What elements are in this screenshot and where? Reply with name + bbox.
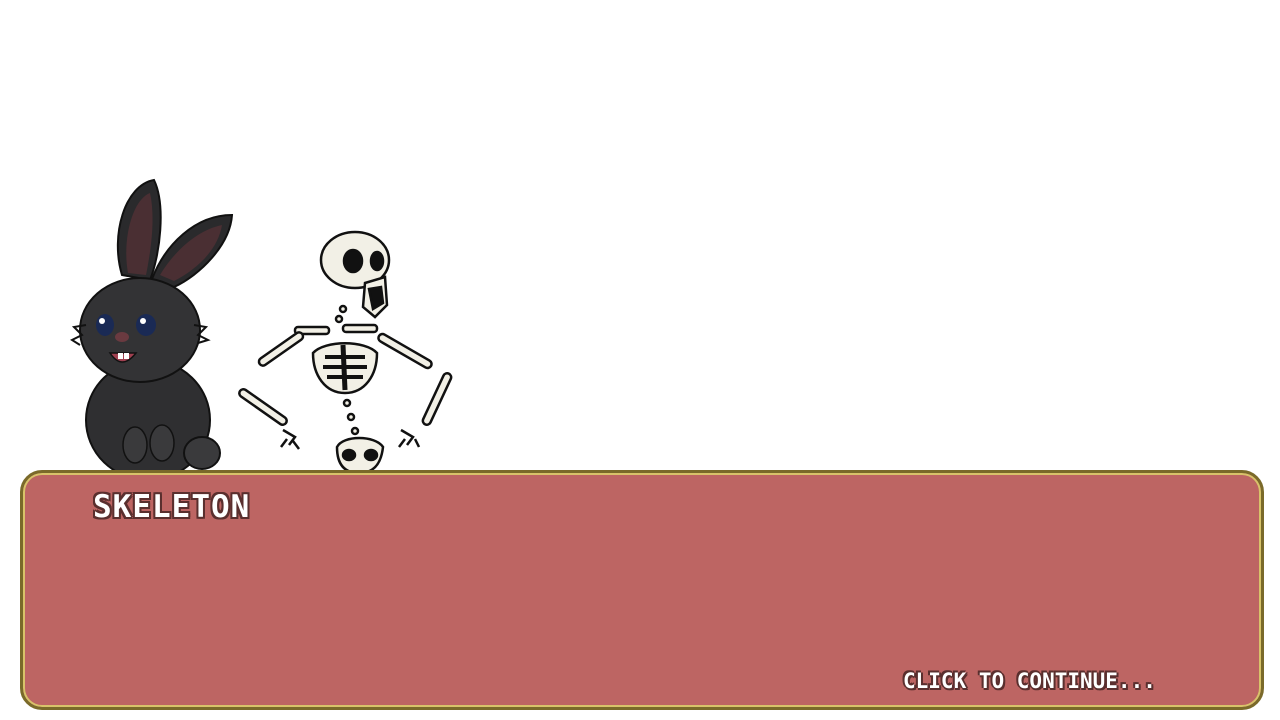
- bunny-character: [70, 178, 234, 475]
- continue-button[interactable]: CLICK TO CONTINUE...: [903, 669, 1156, 693]
- dialog-box[interactable]: SKELETON CLICK TO CONTINUE...: [20, 470, 1264, 710]
- skeleton-character: [238, 230, 453, 475]
- game-stage[interactable]: SKELETON CLICK TO CONTINUE...: [0, 0, 1280, 720]
- speaker-name: SKELETON: [93, 489, 251, 525]
